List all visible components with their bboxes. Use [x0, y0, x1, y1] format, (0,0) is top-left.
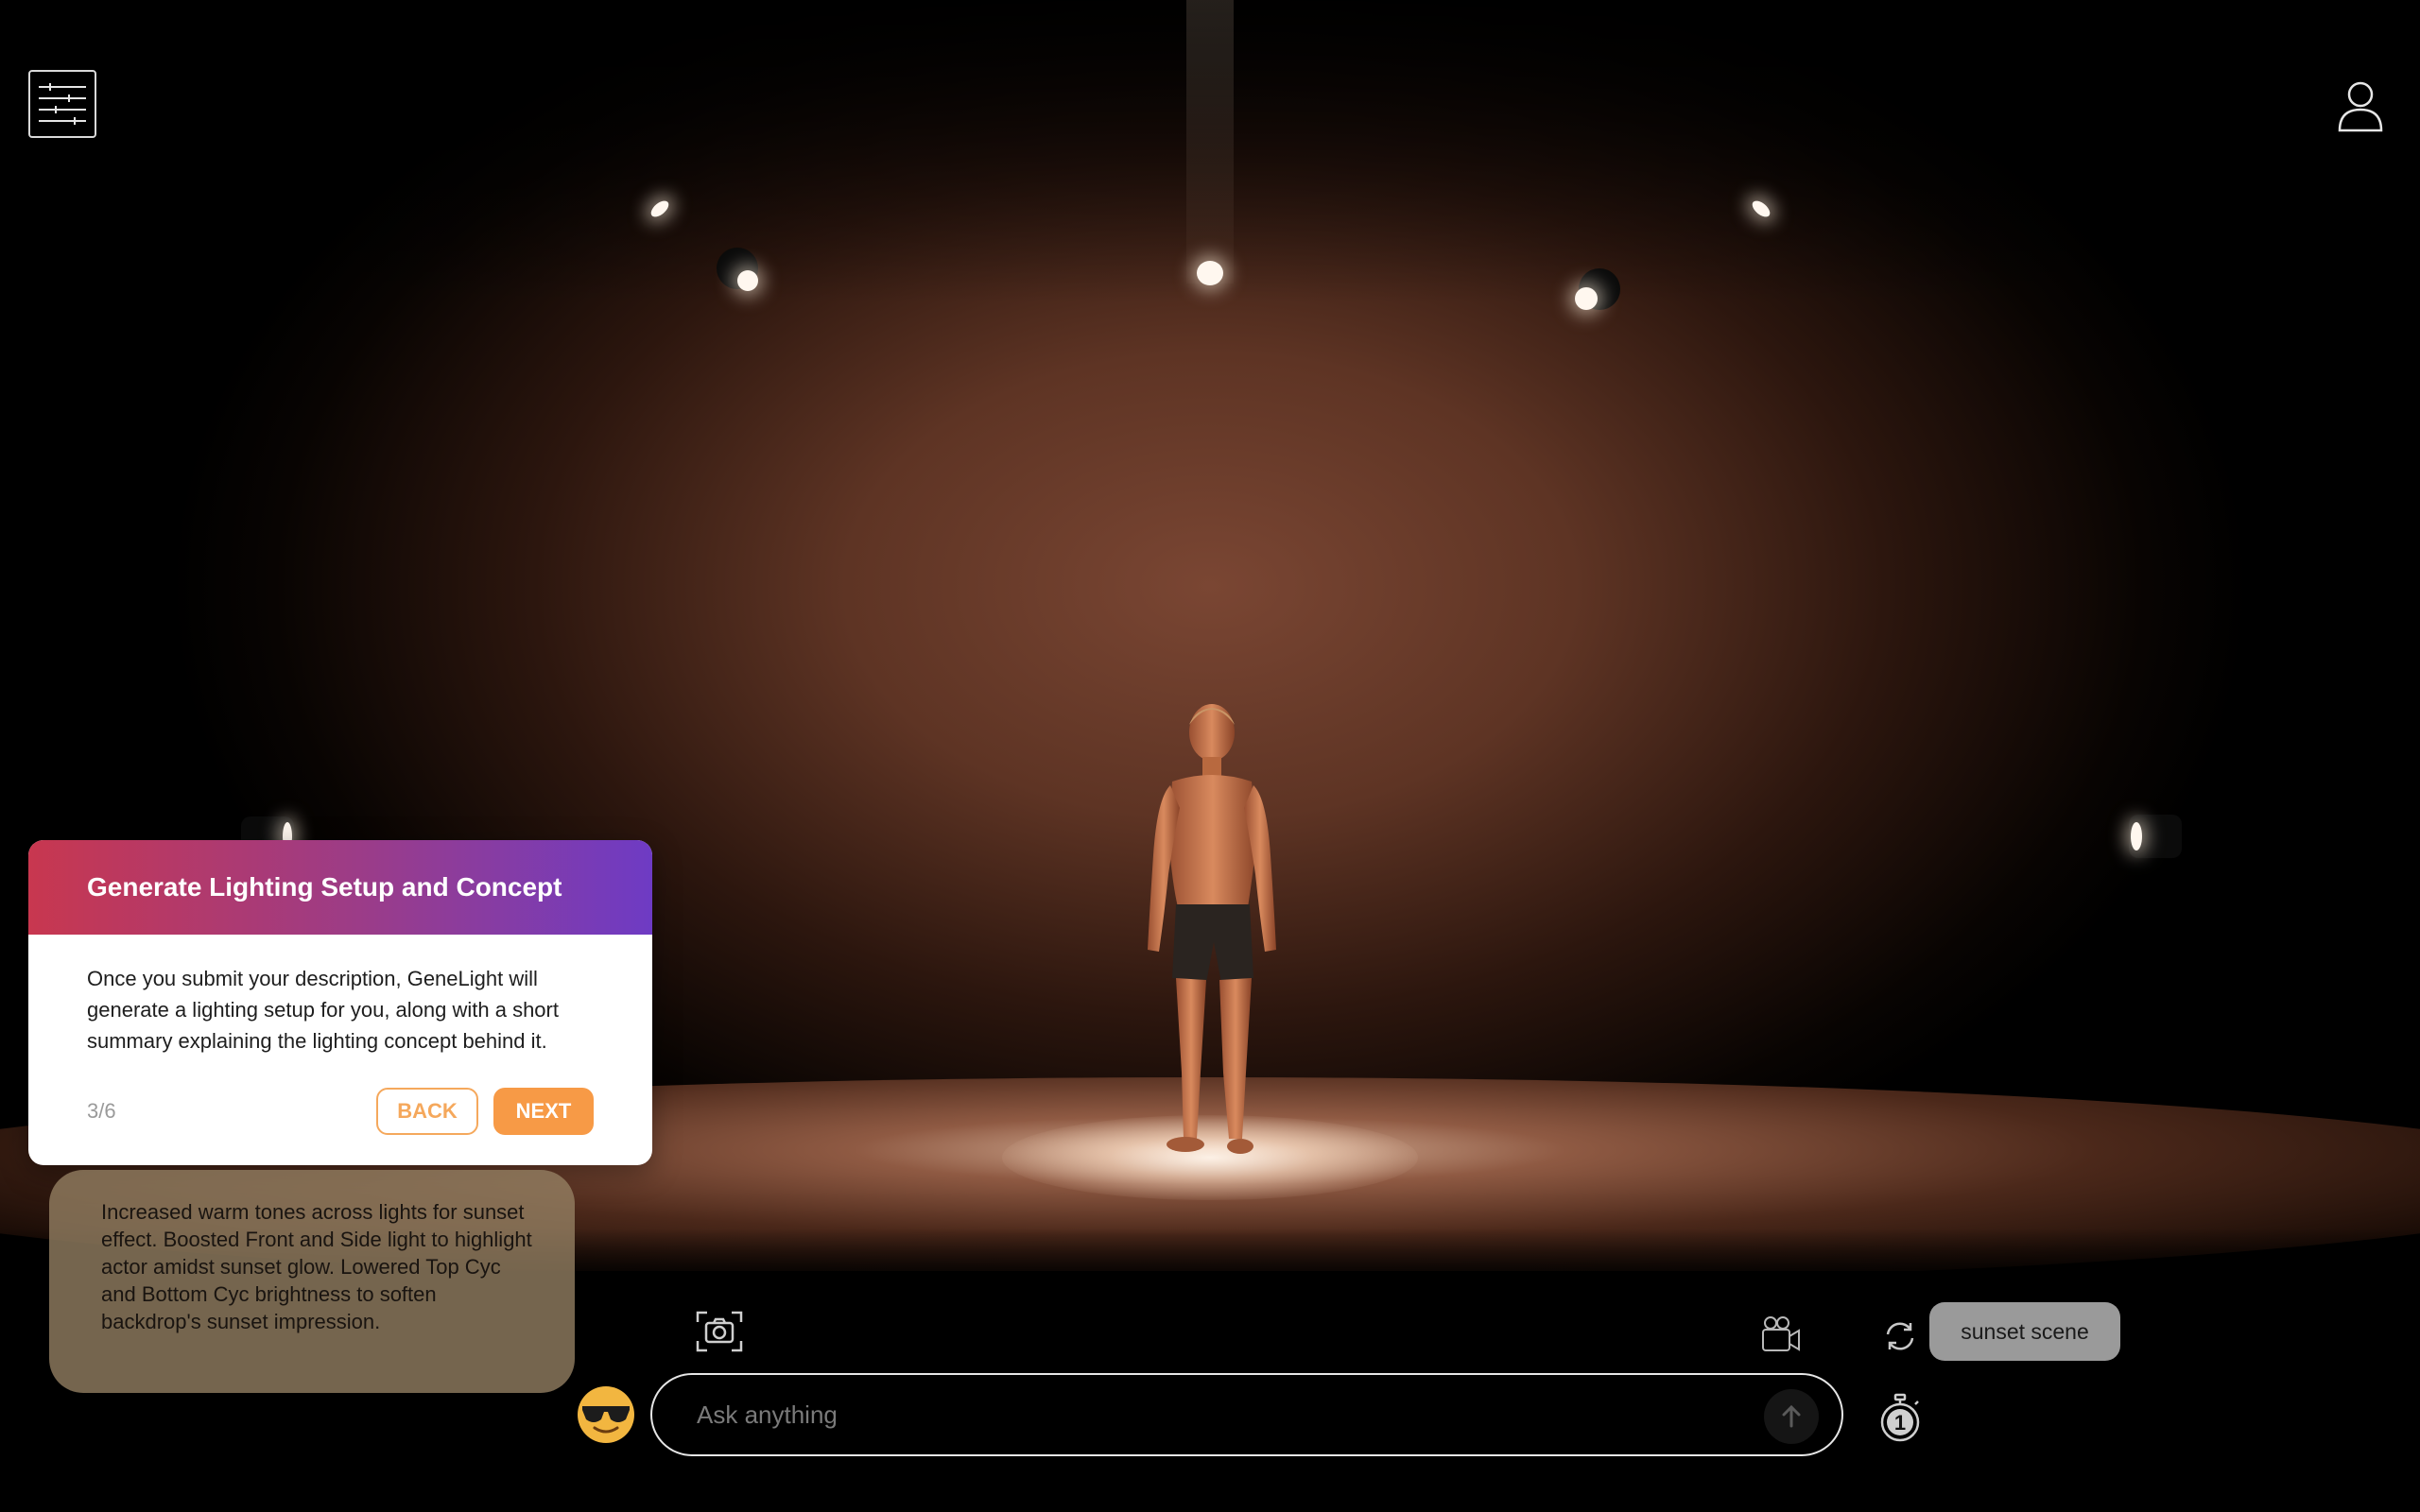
sliders-icon: [39, 83, 86, 125]
spotlight-left-front[interactable]: [717, 248, 764, 295]
camera-capture-icon: [696, 1311, 743, 1352]
spotlight-left-far[interactable]: [648, 196, 676, 224]
video-camera-icon: [1762, 1316, 1800, 1351]
spotlight-right-front[interactable]: [1573, 268, 1620, 316]
lighting-summary-bubble: Increased warm tones across lights for s…: [49, 1170, 575, 1393]
suggestion-chip[interactable]: sunset scene: [1929, 1302, 2120, 1361]
tour-footer: 3/6 BACK NEXT: [87, 1088, 594, 1135]
timer-value: 1: [1893, 1411, 1907, 1435]
settings-menu-button[interactable]: [28, 70, 96, 138]
spotlight-right-far[interactable]: [1747, 196, 1775, 224]
screenshot-button[interactable]: [696, 1311, 743, 1352]
onboarding-tour-card: Generate Lighting Setup and Concept Once…: [28, 840, 652, 1165]
spotlight-side-right[interactable]: [2127, 815, 2184, 860]
send-button[interactable]: [1764, 1389, 1819, 1444]
actor-figure[interactable]: [1125, 695, 1314, 1167]
user-profile-button[interactable]: [2337, 79, 2384, 132]
refresh-suggestions-button[interactable]: [1884, 1320, 1916, 1352]
ask-input[interactable]: [695, 1399, 1738, 1431]
spotlight-lens: [2131, 822, 2142, 850]
spotlight-lens: [648, 198, 672, 220]
tour-title: Generate Lighting Setup and Concept: [87, 872, 562, 902]
refresh-icon: [1886, 1322, 1914, 1350]
sunglasses-emoji-icon: [578, 1386, 634, 1443]
tour-next-button[interactable]: NEXT: [493, 1088, 594, 1135]
spotlight-top-center[interactable]: [1197, 261, 1225, 289]
arrow-up-icon: [1782, 1404, 1801, 1428]
top-light-beam: [1186, 0, 1234, 284]
tour-header: Generate Lighting Setup and Concept: [28, 840, 652, 935]
tour-step-counter: 3/6: [87, 1099, 116, 1123]
user-icon: [2338, 81, 2383, 132]
spotlight-lens: [1197, 261, 1223, 285]
spotlight-lens: [1575, 287, 1598, 310]
assistant-avatar[interactable]: [577, 1385, 635, 1444]
timer-button[interactable]: 1: [1877, 1393, 1923, 1444]
chat-input-bar: [650, 1373, 1843, 1456]
spotlight-lens: [737, 270, 758, 291]
spotlight-lens: [1749, 198, 1773, 220]
tour-back-button[interactable]: BACK: [376, 1088, 478, 1135]
record-video-button[interactable]: [1760, 1315, 1802, 1353]
tour-description: Once you submit your description, GeneLi…: [87, 967, 559, 1053]
